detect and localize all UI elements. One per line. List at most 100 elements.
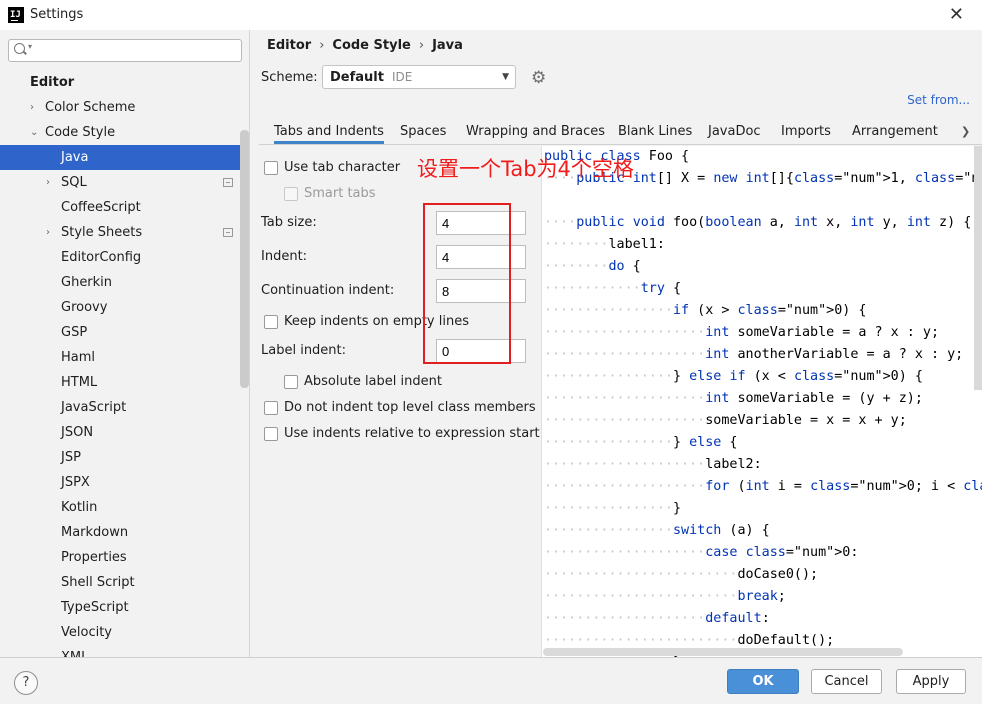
- sidebar-item-label: SQL: [61, 175, 87, 190]
- sidebar-item-javascript[interactable]: JavaScript: [0, 395, 249, 420]
- sidebar-item-label: Code Style: [45, 125, 116, 140]
- sidebar-item-html[interactable]: HTML: [0, 370, 249, 395]
- code-line: ····················int anotherVariable …: [544, 347, 964, 362]
- sidebar-item-json[interactable]: JSON: [0, 420, 249, 445]
- sidebar-item-properties[interactable]: Properties: [0, 545, 249, 570]
- sidebar-item-haml[interactable]: Haml: [0, 345, 249, 370]
- sidebar-item-coffeescript[interactable]: CoffeeScript: [0, 195, 249, 220]
- do-not-indent-top-level-label: Do not indent top level class members: [284, 400, 536, 415]
- sidebar-item-markdown[interactable]: Markdown: [0, 520, 249, 545]
- tab-size-input[interactable]: [436, 211, 526, 235]
- scheme-label: Scheme:: [261, 70, 318, 85]
- code-line: ················} else if (x < class="nu…: [544, 369, 923, 384]
- keep-indents-label: Keep indents on empty lines: [284, 314, 469, 329]
- search-input[interactable]: [37, 42, 237, 59]
- code-line: ················} else {: [544, 435, 738, 450]
- sidebar-item-velocity[interactable]: Velocity: [0, 620, 249, 645]
- collapse-arrow-icon[interactable]: ⌄: [30, 120, 38, 145]
- code-line: ························break;: [544, 589, 786, 604]
- use-tab-character-checkbox[interactable]: [264, 161, 278, 175]
- indent-input[interactable]: [436, 245, 526, 269]
- code-preview-horizontal-scrollbar[interactable]: [543, 648, 903, 656]
- dropdown-arrow-icon: ▼: [502, 72, 509, 82]
- project-scheme-icon: [223, 228, 233, 237]
- sidebar-item-label: Groovy: [61, 300, 108, 315]
- sidebar-item-editor[interactable]: Editor: [0, 70, 249, 95]
- scheme-name: Default: [330, 70, 384, 85]
- cancel-button[interactable]: Cancel: [811, 669, 882, 694]
- sidebar-item-code-style[interactable]: ⌄ Code Style: [0, 120, 249, 145]
- use-indents-relative-label: Use indents relative to expression start: [284, 426, 540, 441]
- ok-button[interactable]: OK: [727, 669, 799, 694]
- sidebar-item-label: TypeScript: [61, 600, 129, 615]
- sidebar-item-label: Java: [61, 150, 89, 165]
- smart-tabs-label: Smart tabs: [304, 186, 376, 201]
- close-icon[interactable]: ✕: [949, 4, 964, 25]
- tab-arrangement[interactable]: Arrangement: [852, 119, 938, 144]
- do-not-indent-top-level-checkbox[interactable]: [264, 401, 278, 415]
- tab-wrapping-and-braces[interactable]: Wrapping and Braces: [466, 119, 605, 144]
- continuation-indent-label: Continuation indent:: [261, 283, 395, 298]
- sidebar-item-label: Velocity: [61, 625, 112, 640]
- breadcrumb-item-java: Java: [432, 38, 463, 53]
- sidebar-item-xml[interactable]: XML: [0, 645, 249, 657]
- code-line: ················}: [544, 501, 682, 516]
- sidebar-item-label: JavaScript: [61, 400, 127, 415]
- code-line: ····················case class="num">0:: [544, 545, 859, 560]
- continuation-indent-input[interactable]: [436, 279, 526, 303]
- help-button[interactable]: ?: [14, 671, 38, 695]
- indent-label: Indent:: [261, 249, 308, 264]
- sidebar-item-label: JSP: [61, 450, 81, 465]
- expand-arrow-icon[interactable]: ›: [30, 95, 34, 120]
- expand-arrow-icon[interactable]: ›: [46, 220, 50, 245]
- sidebar-item-shell-script[interactable]: Shell Script: [0, 570, 249, 595]
- code-preview-vertical-scrollbar[interactable]: [974, 146, 982, 390]
- sidebar-item-jsp[interactable]: JSP: [0, 445, 249, 470]
- sidebar-item-jspx[interactable]: JSPX: [0, 470, 249, 495]
- tab-spaces[interactable]: Spaces: [400, 119, 446, 144]
- window-title: Settings: [30, 7, 84, 22]
- sidebar-item-style-sheets[interactable]: › Style Sheets: [0, 220, 249, 245]
- tab-blank-lines[interactable]: Blank Lines: [618, 119, 692, 144]
- sidebar-item-gsp[interactable]: GSP: [0, 320, 249, 345]
- sidebar-item-label: Editor: [30, 75, 75, 90]
- sidebar-scrollbar[interactable]: [240, 130, 249, 388]
- sidebar-item-gherkin[interactable]: Gherkin: [0, 270, 249, 295]
- label-indent-input[interactable]: [436, 339, 526, 363]
- sidebar-item-label: EditorConfig: [61, 250, 142, 265]
- code-preview[interactable]: public class Foo {····public int[] X = n…: [541, 146, 982, 657]
- apply-button[interactable]: Apply: [896, 669, 966, 694]
- sidebar-item-label: Markdown: [61, 525, 129, 540]
- sidebar-item-sql[interactable]: › SQL: [0, 170, 249, 195]
- sidebar-item-label: HTML: [61, 375, 98, 390]
- intellij-logo-icon: IJ: [8, 7, 24, 23]
- absolute-label-indent-checkbox[interactable]: [284, 375, 298, 389]
- set-from-link[interactable]: Set from...: [907, 93, 970, 107]
- tab-imports[interactable]: Imports: [781, 119, 831, 144]
- search-field[interactable]: ▾: [8, 39, 242, 62]
- sidebar-item-groovy[interactable]: Groovy: [0, 295, 249, 320]
- expand-arrow-icon[interactable]: ›: [46, 170, 50, 195]
- keep-indents-checkbox[interactable]: [264, 315, 278, 329]
- sidebar-item-editorconfig[interactable]: EditorConfig: [0, 245, 249, 270]
- use-indents-relative-checkbox[interactable]: [264, 427, 278, 441]
- sidebar-item-typescript[interactable]: TypeScript: [0, 595, 249, 620]
- sidebar-item-color-scheme[interactable]: › Color Scheme: [0, 95, 249, 120]
- gear-icon[interactable]: ⚙: [531, 68, 546, 88]
- code-line: ········do {: [544, 259, 641, 274]
- search-options-caret-icon[interactable]: ▾: [28, 42, 32, 51]
- code-line: ····public void foo(boolean a, int x, in…: [544, 215, 972, 230]
- scheme-dropdown[interactable]: Default IDE ▼: [322, 65, 516, 89]
- settings-sidebar: ▾ Editor › Color Scheme ⌄ Code Style Java › SQL…: [0, 30, 250, 657]
- sidebar-item-kotlin[interactable]: Kotlin: [0, 495, 249, 520]
- smart-tabs-checkbox[interactable]: [284, 187, 298, 201]
- tab-tabs-and-indents[interactable]: Tabs and Indents: [274, 119, 384, 144]
- code-line: ····················someVariable = x = x…: [544, 413, 907, 428]
- sidebar-item-label: XML: [61, 645, 88, 657]
- more-tabs-chevron-icon[interactable]: ❯: [961, 119, 970, 144]
- sidebar-item-java[interactable]: Java: [0, 145, 249, 170]
- title-bar: IJ Settings ✕: [0, 0, 982, 30]
- sidebar-item-label: JSON: [61, 425, 94, 440]
- tab-javadoc[interactable]: JavaDoc: [708, 119, 761, 144]
- code-line: ····················int someVariable = a…: [544, 325, 940, 340]
